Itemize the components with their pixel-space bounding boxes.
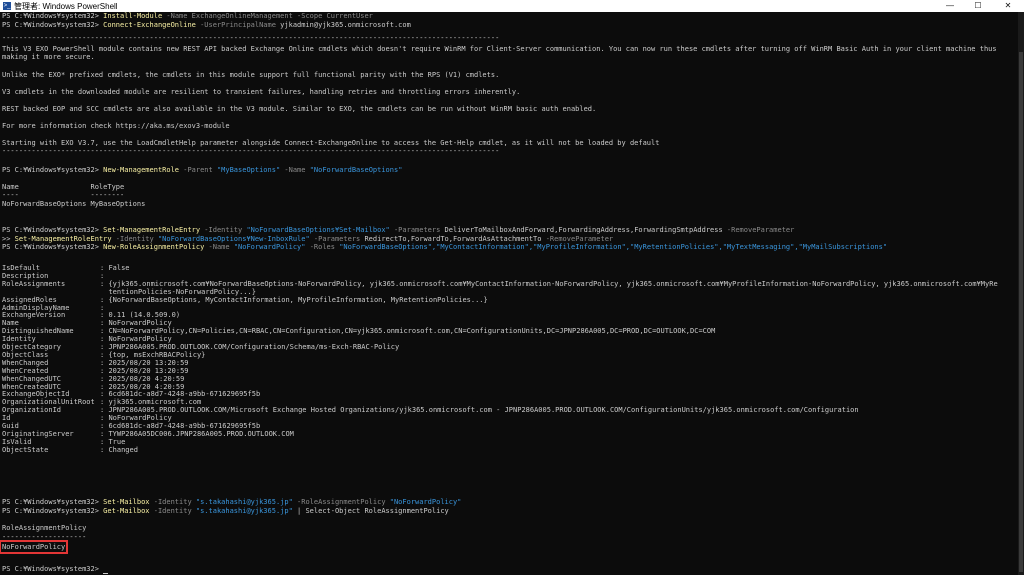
property-value: NoForwardPolicy <box>108 319 172 328</box>
property-value: True <box>108 437 126 446</box>
current-prompt[interactable]: PS C:¥Windows¥system32> <box>2 565 109 574</box>
property-value: {top, msExchRBACPolicy} <box>108 350 206 359</box>
text-cursor <box>103 573 109 574</box>
maximize-button[interactable]: ☐ <box>966 0 990 12</box>
banner-line: For more information check https://aka.m… <box>2 122 230 130</box>
table-row: NoForwardBaseOptions MyBaseOptions <box>2 200 146 208</box>
window-titlebar: >_ 管理者: Windows PowerShell — ☐ ✕ <box>0 0 1024 12</box>
command-line: PS C:¥Windows¥system32> Set-ManagementRo… <box>2 226 795 234</box>
close-button[interactable]: ✕ <box>996 0 1020 12</box>
command-line: PS C:¥Windows¥system32> New-RoleAssignme… <box>2 243 888 251</box>
property-value: CN=NoForwardPolicy,CN=Policies,CN=RBAC,C… <box>108 327 716 336</box>
powershell-icon: >_ <box>3 2 11 10</box>
property-value: {NoForwardBaseOptions, MyContactInformat… <box>108 295 488 304</box>
property-value: 2025/08/20 4:20:59 <box>108 374 185 383</box>
banner-line: making it more secure. <box>2 53 95 61</box>
property-value: yjk365.onmicrosoft.com <box>108 398 202 407</box>
banner-line: REST backed EOP and SCC cmdlets are also… <box>2 105 597 113</box>
scrollbar-thumb[interactable] <box>1019 52 1023 572</box>
property-value: JPNP286A005.PROD.OUTLOOK.COM/Microsoft E… <box>108 406 859 415</box>
result-header: RoleAssignmentPolicy <box>2 524 87 532</box>
property-value: NoForwardPolicy <box>108 335 172 344</box>
property-value: 6cd681dc-a8d7-4248-a9bb-671629695f5b <box>108 390 261 399</box>
property-value: 0.11 (14.0.509.0) <box>108 311 181 320</box>
property-value: 2025/08/20 13:20:59 <box>108 358 189 367</box>
banner-line: V3 cmdlets in the downloaded module are … <box>2 88 521 96</box>
highlighted-policy-value: NoForwardPolicy <box>0 540 69 554</box>
property-value: NoForwardPolicy <box>108 414 172 423</box>
separator: ----------------------------------------… <box>2 147 500 155</box>
terminal-output[interactable]: PS C:¥Windows¥system32> Install-Module -… <box>0 12 1018 575</box>
property-value: {yjk365.onmicrosoft.com¥NoForwardBaseOpt… <box>108 279 998 288</box>
command-line: PS C:¥Windows¥system32> Connect-Exchange… <box>2 21 411 29</box>
command-line: PS C:¥Windows¥system32> Install-Module -… <box>2 12 373 20</box>
property-value: 2025/08/20 4:20:59 <box>108 382 185 391</box>
result-value: NoForwardPolicy <box>0 540 69 554</box>
property-key: ObjectState <box>2 445 49 454</box>
property-value: TYWP286A05DC006.JPNP286A005.PROD.OUTLOOK… <box>108 429 294 438</box>
minimize-button[interactable]: — <box>938 0 962 12</box>
property-value: 6cd681dc-a8d7-4248-a9bb-671629695f5b <box>108 422 261 430</box>
separator: ----------------------------------------… <box>2 34 500 42</box>
property-value: 2025/08/20 13:20:59 <box>108 366 189 375</box>
property-value: False <box>108 264 130 272</box>
banner-line: This V3 EXO PowerShell module contains n… <box>2 45 997 53</box>
command-line: PS C:¥Windows¥system32> Get-Mailbox -Ide… <box>2 507 449 515</box>
banner-line: Unlike the EXO* prefixed cmdlets, the cm… <box>2 71 500 79</box>
window-title: 管理者: Windows PowerShell <box>14 2 118 11</box>
property-value: JPNP286A005.PROD.OUTLOOK.COM/Configurati… <box>108 343 400 351</box>
command-line: PS C:¥Windows¥system32> New-ManagementRo… <box>2 166 403 174</box>
vertical-scrollbar[interactable] <box>1018 12 1024 575</box>
result-underline: -------------------- <box>2 533 87 541</box>
property-value: Changed <box>108 445 138 454</box>
property-value: tentionPolicies-NoForwardPolicy...} <box>108 287 256 296</box>
command-line: PS C:¥Windows¥system32> Set-Mailbox -Ide… <box>2 498 462 506</box>
table-underline: ---- -------- <box>2 191 125 199</box>
property-row: ObjectState: Changed <box>2 445 138 454</box>
